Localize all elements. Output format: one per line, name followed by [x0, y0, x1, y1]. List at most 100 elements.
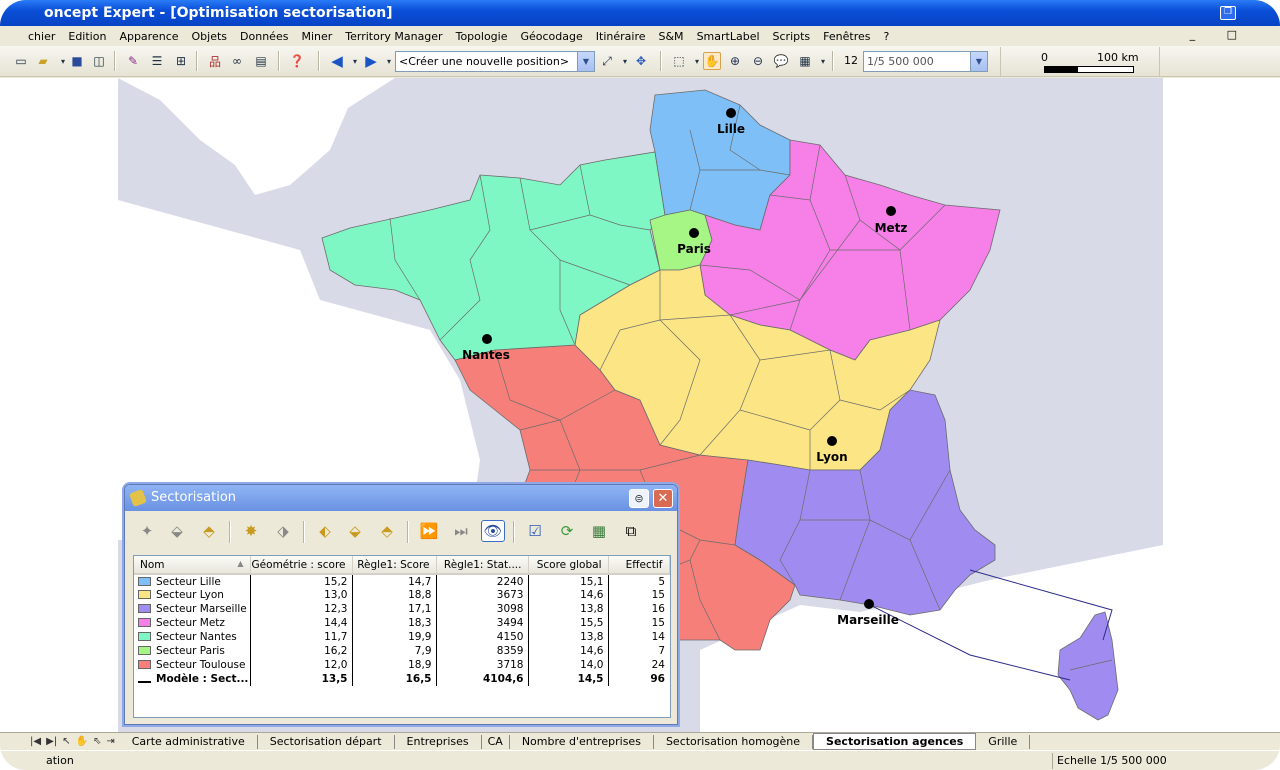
col-geometrie-score[interactable]: Géométrie : score [250, 556, 353, 575]
tab-grille[interactable]: Grille [976, 734, 1031, 749]
table-row[interactable]: Secteur Lille 15,2 14,7 2240 15,1 5 [134, 574, 669, 588]
sector-select-icon[interactable]: ⬙ [165, 520, 189, 542]
back-icon[interactable]: ◀ [328, 52, 346, 70]
menu-miner[interactable]: Miner [301, 30, 332, 43]
tab-ca[interactable]: CA [482, 734, 510, 749]
hand-small-icon[interactable]: ✋ [76, 736, 88, 747]
city-marker[interactable] [864, 599, 874, 609]
menu-smartlabel[interactable]: SmartLabel [697, 30, 760, 43]
table-total-row[interactable]: Modèle : Sect... 13,5 16,5 4104,6 14,5 96 [134, 672, 669, 686]
tab-sectorisation-depart[interactable]: Sectorisation départ [258, 734, 395, 749]
sector-delete-icon[interactable]: ⬘ [197, 520, 221, 542]
tab-nombre-entreprises[interactable]: Nombre d'entreprises [510, 734, 654, 749]
sector-split-icon[interactable]: ⬗ [271, 520, 295, 542]
table-row[interactable]: Secteur Nantes 11,7 19,9 4150 13,8 14 [134, 630, 669, 644]
menu-topologie[interactable]: Topologie [456, 30, 508, 43]
close-button[interactable]: ✕ [653, 489, 673, 508]
menu-territory-manager[interactable]: Territory Manager [345, 30, 442, 43]
pointer-icon[interactable]: ↖ [62, 736, 70, 747]
menu-edition[interactable]: Edition [68, 30, 106, 43]
city-marker[interactable] [689, 228, 699, 238]
col-effectif[interactable]: Effectif [608, 556, 670, 575]
menu-fichier[interactable]: chier [28, 30, 55, 43]
menu-help[interactable]: ? [883, 30, 889, 43]
menu-geocodage[interactable]: Géocodage [520, 30, 582, 43]
chevron-down-icon[interactable]: ▼ [577, 52, 594, 71]
pan-arrows-icon[interactable]: ✥ [632, 52, 650, 70]
forward-icon[interactable]: ▶ [362, 52, 380, 70]
view-eye-icon[interactable]: 👁 [481, 520, 505, 542]
fullscreen-icon[interactable]: ⤢ [598, 52, 616, 70]
city-marker[interactable] [827, 436, 837, 446]
open-folder-icon[interactable]: ▰ [34, 52, 52, 70]
refresh-icon[interactable]: ⟳ [555, 520, 579, 542]
sector-merge-icon[interactable]: ⬖ [313, 520, 337, 542]
table-row[interactable]: Secteur Lyon 13,0 18,8 3673 14,6 15 [134, 588, 669, 602]
table-row[interactable]: Secteur Metz 14,4 18,3 3494 15,5 15 [134, 616, 669, 630]
table-row[interactable]: Secteur Toulouse 12,0 18,9 3718 14,0 24 [134, 658, 669, 672]
sector-save-icon[interactable]: ⬙ [343, 520, 367, 542]
copy-icon[interactable]: ⧉ [619, 520, 643, 542]
sector-save-all-icon[interactable]: ⬘ [375, 520, 399, 542]
zoom-out-icon[interactable]: ⊖ [749, 52, 767, 70]
cell-regle1-stat: 3673 [436, 588, 529, 602]
tab-sectorisation-agences[interactable]: Sectorisation agences [813, 732, 977, 750]
city-marker[interactable] [886, 206, 896, 216]
help-icon[interactable]: ❓ [288, 52, 306, 70]
col-score-global[interactable]: Score global [528, 556, 609, 575]
print-preview-icon[interactable]: ◫ [90, 52, 108, 70]
optimize-step-icon[interactable]: ⏭ [449, 520, 473, 542]
menu-scripts[interactable]: Scripts [773, 30, 811, 43]
menu-sm[interactable]: S&M [659, 30, 684, 43]
menu-apparence[interactable]: Apparence [119, 30, 178, 43]
cell-name: Secteur Metz [134, 616, 251, 630]
cell-score-global: 14,6 [528, 644, 609, 658]
cursor-icon[interactable]: ⇖ [93, 736, 101, 747]
rules-icon[interactable]: ☑ [523, 520, 547, 542]
menu-objets[interactable]: Objets [192, 30, 228, 43]
tab-entreprises[interactable]: Entreprises [395, 734, 482, 749]
dialog-title-bar[interactable]: Sectorisation ⊜ ✕ [125, 485, 677, 511]
cell-regle1-score-text: 7,9 [414, 645, 432, 657]
pin-icon[interactable]: ⊜ [629, 489, 649, 508]
appearance-icon[interactable]: ✎ [124, 52, 142, 70]
col-regle1-stat[interactable]: Règle1: Stat.... [436, 556, 529, 575]
save-icon[interactable]: ■ [68, 52, 86, 70]
tab-sectorisation-homogene[interactable]: Sectorisation homogène [654, 734, 814, 749]
optimize-icon[interactable]: ⏩ [417, 520, 441, 542]
layout-icon[interactable]: ⊞ [172, 52, 190, 70]
table-icon[interactable]: ▦ [796, 52, 814, 70]
col-nom[interactable]: Nom ▲ [134, 556, 251, 575]
hand-tool-icon[interactable]: ✋ [703, 52, 721, 70]
properties-icon[interactable]: ▤ [252, 52, 270, 70]
sector-wand-icon[interactable]: ✦ [135, 520, 159, 542]
menu-itineraire[interactable]: Itinéraire [596, 30, 646, 43]
network-icon[interactable]: 品 [206, 52, 224, 70]
zoom-in-icon[interactable]: ⊕ [726, 52, 744, 70]
tooltip-icon[interactable]: 💬 [772, 52, 790, 70]
city-marker[interactable] [726, 108, 736, 118]
select-tool-icon[interactable]: ⬚ [670, 52, 688, 70]
layers-icon[interactable]: ☰ [148, 52, 166, 70]
menu-donnees[interactable]: Données [240, 30, 288, 43]
table-dropdown-icon[interactable]: ▾ [814, 52, 832, 70]
binoculars-icon[interactable]: ∞ [228, 52, 246, 70]
sector-table[interactable]: Nom ▲ Géométrie : score Règle1: Score Règ… [133, 555, 671, 718]
menu-fenetres[interactable]: Fenêtres [823, 30, 870, 43]
tab-scroll-icon[interactable]: ⇥ [106, 736, 114, 747]
sector-new-icon[interactable]: ✸ [239, 520, 263, 542]
chevron-down-icon[interactable]: ▼ [970, 52, 987, 71]
grid-check-icon[interactable]: ▦ [587, 520, 611, 542]
restore-button[interactable]: ❐ [1220, 6, 1236, 20]
tab-carte-administrative[interactable]: Carte administrative [120, 734, 258, 749]
last-tab-icon[interactable]: ▶| [46, 736, 57, 747]
table-row[interactable]: Secteur Marseille 12,3 17,1 3098 13,8 16 [134, 602, 669, 616]
table-row[interactable]: Secteur Paris 16,2 7,9 8359 14,6 7 [134, 644, 669, 658]
city-marker[interactable] [482, 334, 492, 344]
mdi-controls[interactable]: _ □ [1190, 28, 1251, 41]
new-file-icon[interactable]: ▭ [12, 52, 30, 70]
first-tab-icon[interactable]: |◀ [30, 736, 41, 747]
scale-select[interactable]: 1/5 500 000 ▼ [863, 51, 988, 72]
col-regle1-score[interactable]: Règle1: Score [352, 556, 437, 575]
position-select[interactable]: <Créer une nouvelle position> ▼ [395, 51, 595, 72]
